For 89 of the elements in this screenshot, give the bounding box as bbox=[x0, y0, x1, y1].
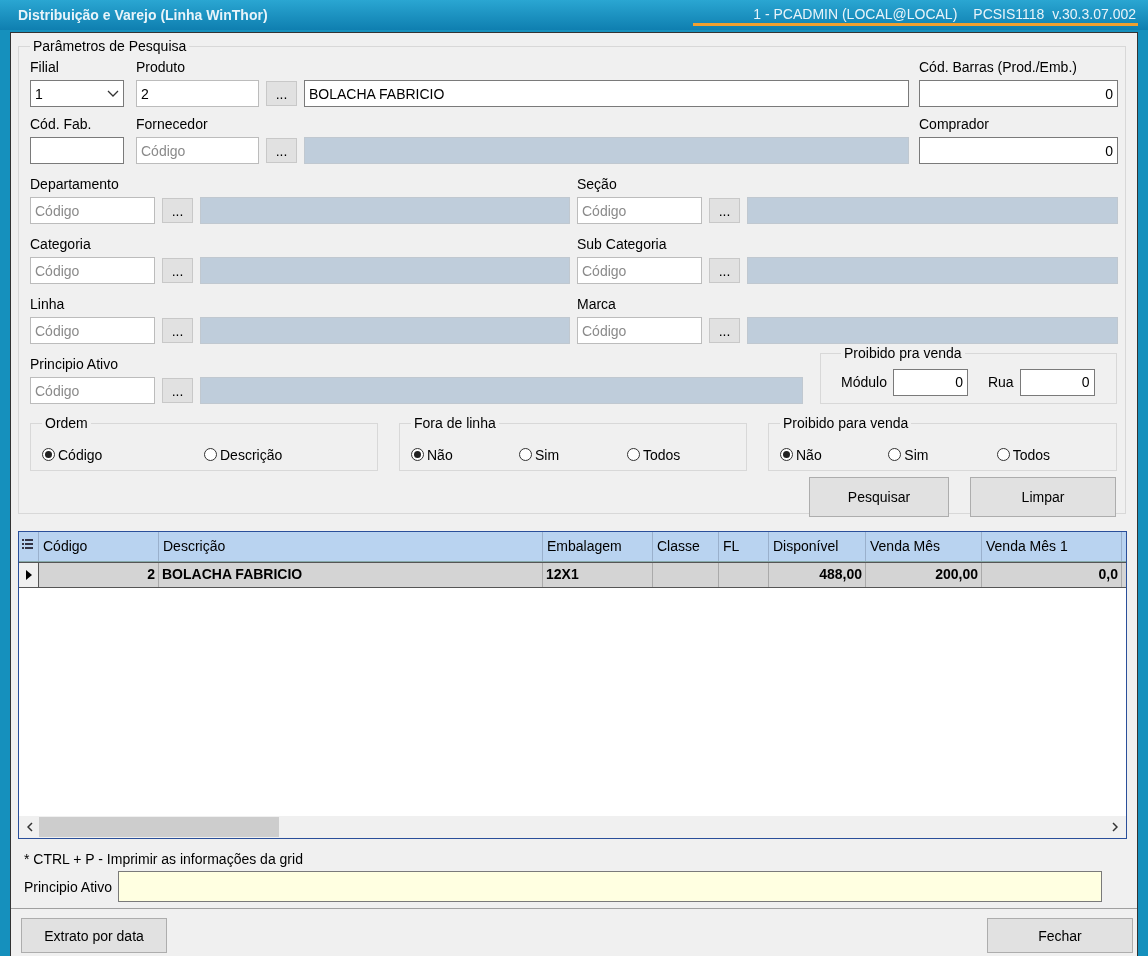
description-field[interactable] bbox=[304, 137, 909, 164]
table-cell: 12X1 bbox=[546, 566, 579, 582]
code-field[interactable]: Código bbox=[136, 137, 259, 164]
field-label: Cód. Fab. bbox=[30, 115, 93, 133]
panel-title: Parâmetros de Pesquisa bbox=[32, 38, 188, 54]
description-field[interactable] bbox=[747, 197, 1118, 224]
user-info: 1 - PCADMIN (LOCAL@LOCAL) bbox=[753, 6, 958, 22]
description-field[interactable] bbox=[200, 197, 570, 224]
code-field[interactable]: 2 bbox=[136, 80, 259, 107]
lookup-button[interactable]: ... bbox=[162, 258, 193, 283]
footer-button[interactable]: Extrato por data bbox=[21, 918, 167, 953]
group-title: Proibido pra venda bbox=[843, 345, 963, 361]
lookup-button[interactable]: ... bbox=[709, 318, 740, 343]
version-info: PCSIS1118 v.30.3.07.002 bbox=[973, 6, 1136, 22]
code-field[interactable]: Código bbox=[30, 197, 155, 224]
lookup-button[interactable]: ... bbox=[709, 198, 740, 223]
column-header[interactable]: Embalagem bbox=[543, 532, 653, 561]
field-label: Produto bbox=[136, 58, 187, 76]
column-header[interactable]: Disponível bbox=[769, 532, 866, 561]
description-field[interactable]: BOLACHA FABRICIO bbox=[304, 80, 909, 107]
lookup-button[interactable]: ... bbox=[162, 318, 193, 343]
radio-option[interactable]: Sim bbox=[888, 439, 997, 470]
code-field[interactable]: Código bbox=[30, 377, 155, 404]
field-label: Seção bbox=[577, 175, 618, 193]
footer-button[interactable]: Fechar bbox=[987, 918, 1133, 953]
radio-option[interactable]: Todos bbox=[627, 439, 735, 470]
field-label: Principio Ativo bbox=[30, 355, 119, 373]
column-header[interactable]: Descrição bbox=[159, 532, 543, 561]
code-field[interactable]: Código bbox=[30, 317, 155, 344]
description-field[interactable] bbox=[200, 317, 570, 344]
lookup-button[interactable]: ... bbox=[162, 198, 193, 223]
field-label: Linha bbox=[30, 295, 66, 313]
code-field[interactable]: Código bbox=[577, 257, 702, 284]
row-pointer-icon bbox=[25, 570, 32, 580]
radio-option[interactable]: Todos bbox=[996, 439, 1105, 470]
radio-option[interactable]: Código bbox=[42, 439, 204, 470]
field-label: Comprador bbox=[919, 115, 991, 133]
hint-text: * CTRL + P - Imprimir as informações da grid bbox=[24, 851, 304, 867]
description-field[interactable] bbox=[747, 317, 1118, 344]
field-label: Filial bbox=[30, 58, 60, 76]
description-field[interactable] bbox=[200, 257, 570, 284]
active-ingredient-field[interactable] bbox=[117, 871, 1102, 902]
radio-option[interactable]: Descrição bbox=[204, 439, 366, 470]
field-label: Categoria bbox=[30, 235, 92, 253]
field-label: Marca bbox=[577, 295, 617, 313]
group-title: Proibido para venda bbox=[782, 415, 910, 431]
description-field[interactable] bbox=[200, 377, 803, 404]
code-field[interactable]: Código bbox=[577, 197, 702, 224]
field-label: Principio Ativo bbox=[24, 878, 112, 895]
radio-option[interactable]: Sim bbox=[519, 439, 627, 470]
window-title: Distribuição e Varejo (Linha WinThor) bbox=[18, 7, 268, 23]
field-label: Rua bbox=[987, 374, 1014, 390]
field-label: Cód. Barras (Prod./Emb.) bbox=[919, 58, 1078, 76]
group-title: Ordem bbox=[44, 415, 89, 431]
field-label: Módulo bbox=[841, 374, 887, 390]
buyer-field[interactable]: 0 bbox=[919, 137, 1118, 164]
column-header[interactable]: Código bbox=[39, 532, 159, 561]
table-cell: 488,00 bbox=[819, 566, 862, 582]
column-header[interactable]: FL bbox=[719, 532, 769, 561]
table-cell: BOLACHA FABRICIO bbox=[162, 566, 303, 582]
radio-option[interactable]: Não bbox=[411, 439, 519, 470]
lookup-button[interactable]: ... bbox=[266, 81, 297, 106]
action-button[interactable]: Limpar bbox=[970, 477, 1116, 517]
branch-dropdown[interactable]: 1 bbox=[30, 80, 124, 107]
street-field[interactable]: 0 bbox=[1019, 368, 1095, 396]
code-field[interactable]: Código bbox=[30, 257, 155, 284]
radio-option[interactable]: Não bbox=[780, 439, 889, 470]
lookup-button[interactable]: ... bbox=[709, 258, 740, 283]
module-field[interactable]: 0 bbox=[892, 368, 968, 396]
lookup-button[interactable]: ... bbox=[162, 378, 193, 403]
scrollbar[interactable] bbox=[19, 816, 1126, 838]
field-label: Sub Categoria bbox=[577, 235, 668, 253]
table-cell: 200,00 bbox=[935, 566, 978, 582]
column-header[interactable]: Venda Mês 1 bbox=[982, 532, 1122, 561]
table-cell: 0,0 bbox=[1098, 566, 1118, 582]
column-menu-icon[interactable] bbox=[22, 538, 33, 550]
field-label: Departamento bbox=[30, 175, 120, 193]
column-header[interactable]: Classe bbox=[653, 532, 719, 561]
code-field[interactable]: Código bbox=[577, 317, 702, 344]
action-button[interactable]: Pesquisar bbox=[809, 477, 949, 517]
field-label: Fornecedor bbox=[136, 115, 209, 133]
barcode-field[interactable]: 0 bbox=[919, 80, 1118, 107]
lookup-button[interactable]: ... bbox=[266, 138, 297, 163]
column-header[interactable]: Venda Mês bbox=[866, 532, 982, 561]
description-field[interactable] bbox=[747, 257, 1118, 284]
code-field[interactable] bbox=[30, 137, 124, 164]
group-title: Fora de linha bbox=[413, 415, 497, 431]
table-cell: 2 bbox=[147, 566, 155, 582]
chevron-icon bbox=[107, 89, 119, 98]
